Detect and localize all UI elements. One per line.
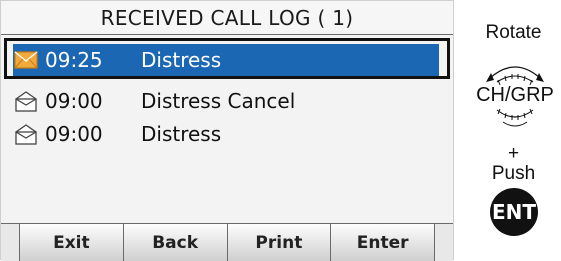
- ent-button[interactable]: ENT: [490, 188, 538, 236]
- log-time: 09:00: [45, 89, 103, 113]
- plus-sign: +: [507, 143, 520, 164]
- log-message: Distress Cancel: [141, 89, 296, 113]
- log-row-3[interactable]: 09:00 Distress: [13, 118, 439, 150]
- back-softkey[interactable]: Back: [123, 224, 228, 261]
- knob-label: CH/GRP: [476, 84, 554, 106]
- softkey-bar: Exit Back Print Enter: [1, 223, 453, 261]
- push-label: Push: [491, 163, 536, 184]
- rotate-label: Rotate: [485, 22, 542, 43]
- selection-frame: [4, 38, 450, 79]
- log-time: 09:00: [45, 122, 103, 146]
- envelope-read-icon: [13, 121, 39, 147]
- exit-softkey[interactable]: Exit: [20, 224, 124, 261]
- page-title: RECEIVED CALL LOG ( 1): [1, 1, 453, 35]
- print-softkey[interactable]: Print: [227, 224, 332, 261]
- log-row-2[interactable]: 09:00 Distress Cancel: [13, 85, 439, 117]
- enter-softkey[interactable]: Enter: [331, 224, 435, 261]
- log-message: Distress: [141, 122, 222, 146]
- envelope-read-icon: [13, 88, 39, 114]
- instruction-panel: Rotate CH/GRP + Push ENT: [466, 0, 561, 260]
- ch-grp-knob[interactable]: CH/GRP: [470, 52, 560, 152]
- lcd-screen: RECEIVED CALL LOG ( 1) 09:25 Distress 09…: [0, 0, 454, 261]
- softkey-edge-right: [435, 224, 453, 261]
- softkey-edge-left: [1, 224, 20, 261]
